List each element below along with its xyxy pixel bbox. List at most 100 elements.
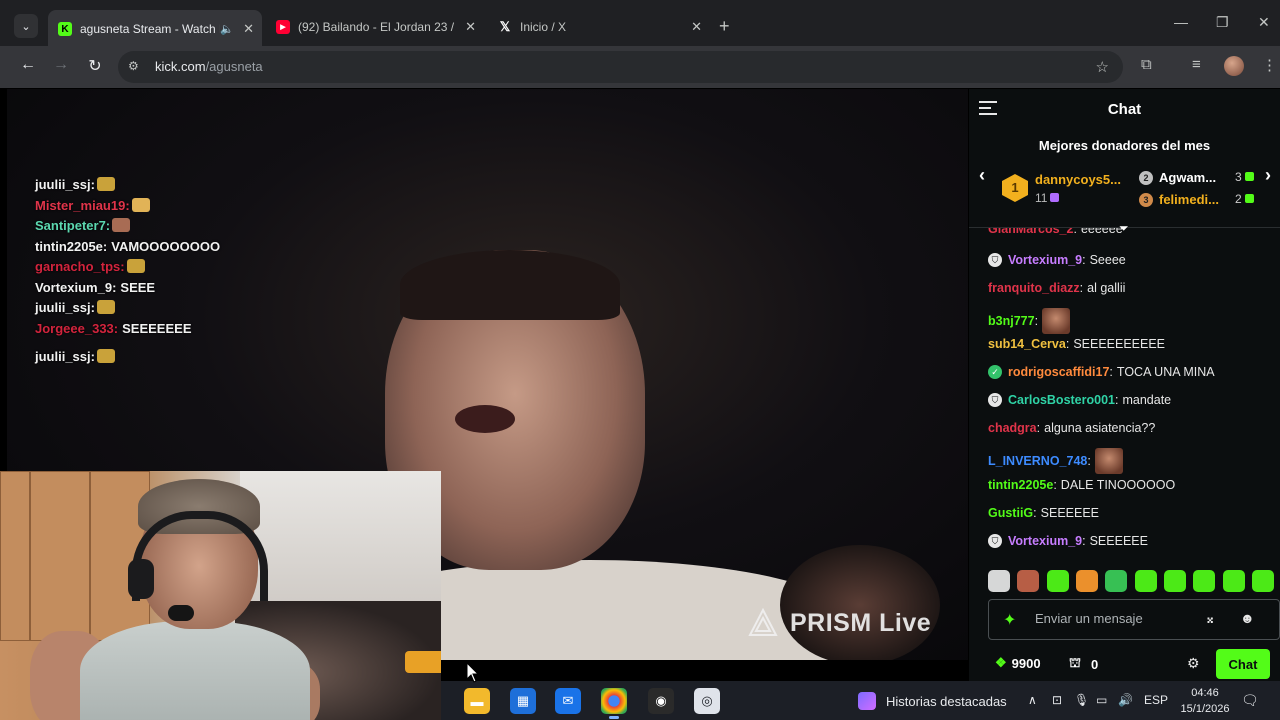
emoji-icon[interactable]: ☻ (1240, 610, 1255, 626)
chat-username[interactable]: L_INVERNO_748 (988, 454, 1087, 468)
quick-emote-icon[interactable] (1163, 570, 1186, 592)
translate-icon[interactable]: 𝄪 (1207, 610, 1213, 627)
chat-message[interactable]: franquito_diazz: al gallii (988, 281, 1125, 295)
new-tab-icon[interactable]: + (719, 16, 730, 37)
app-icon[interactable]: ◎ (694, 688, 720, 714)
more-menu-icon[interactable]: ⋮ (1262, 56, 1277, 74)
emote-icon (1042, 308, 1071, 334)
chat-input-box[interactable]: ✦ 𝄪 ☻ (988, 599, 1280, 640)
quick-emote-icon[interactable] (1222, 570, 1245, 592)
media-control-icon[interactable]: ≡ (1192, 56, 1201, 73)
volume-icon[interactable]: 🔊 (1118, 693, 1133, 707)
minimize-icon[interactable]: — (1174, 14, 1188, 30)
language-indicator[interactable]: ESP (1144, 693, 1168, 707)
donor-row[interactable]: 3 felimedi... 2 (1139, 192, 1269, 207)
chat-message[interactable]: chadgra: alguna asiatencia?? (988, 421, 1155, 435)
quick-emote-icon[interactable] (1251, 570, 1274, 592)
emote-icon (126, 259, 145, 273)
speaker-icon[interactable]: 🔈 (220, 23, 234, 36)
outlook-icon[interactable]: ✉ (555, 688, 581, 714)
news-icon (858, 692, 876, 710)
system-clock[interactable]: 04:46 15/1/2026 (1179, 685, 1231, 717)
chat-username[interactable]: Vortexium_9 (1008, 534, 1082, 548)
gift-icon (1244, 194, 1254, 203)
quick-emote-icon[interactable] (1134, 570, 1157, 592)
close-tab-icon[interactable]: ✕ (691, 19, 702, 35)
chat-settings-icon[interactable]: ⚙ (1187, 655, 1200, 672)
extensions-icon[interactable]: ⧉ (1141, 56, 1152, 73)
quick-emote-icon[interactable] (1193, 570, 1216, 592)
news-widget[interactable]: Historias destacadas (858, 692, 1007, 710)
bookmark-star-icon[interactable]: ☆ (1096, 58, 1109, 76)
chat-message[interactable]: tintin2205e: DALE TINOOOOOO (988, 478, 1175, 492)
overlay-chat-user: Mister_miau19: (35, 197, 130, 213)
close-window-icon[interactable]: ✕ (1258, 14, 1270, 31)
donor-name: Agwam... (1159, 170, 1217, 185)
chat-username[interactable]: Vortexium_9 (1008, 253, 1082, 267)
colon-separator: : (1073, 228, 1077, 236)
back-icon[interactable]: ← (17, 56, 39, 74)
quick-emote-icon[interactable] (1046, 570, 1069, 592)
close-tab-icon[interactable]: ✕ (465, 19, 476, 35)
file-explorer-icon[interactable]: ▬ (464, 688, 490, 714)
chat-username[interactable]: chadgra (988, 421, 1037, 435)
close-tab-icon[interactable]: ✕ (243, 21, 254, 37)
chat-username[interactable]: b3nj777 (988, 314, 1035, 328)
quick-emote-icon[interactable] (988, 570, 1010, 592)
url-text[interactable]: kick.com/agusneta (155, 59, 263, 74)
chevron-left-icon[interactable]: ‹ (979, 165, 985, 186)
sparkle-icon[interactable]: ✦ (1003, 610, 1021, 629)
chat-message[interactable]: ✓ rodrigoscaffidi17: TOCA UNA MINA (988, 365, 1215, 379)
chat-username[interactable]: tintin2205e (988, 478, 1053, 492)
colon-separator: : (1053, 478, 1057, 492)
chat-username[interactable]: sub14_Cerva (988, 337, 1066, 351)
mic-icon[interactable]: 🎙 (1074, 693, 1089, 707)
chat-message[interactable]: b3nj777: (988, 308, 1071, 334)
donor-row[interactable]: 2 Agwam... 3 (1139, 170, 1269, 185)
rank-1-badge-icon: 1 (1002, 174, 1028, 202)
chat-message[interactable]: sub14_Cerva: SEEEEEEEEEE (988, 337, 1165, 351)
chat-username[interactable]: GianMarcos_2 (988, 228, 1073, 236)
send-chat-button[interactable]: Chat (1216, 649, 1270, 679)
store-icon[interactable]: ▦ (510, 688, 536, 714)
chrome-icon[interactable] (601, 688, 627, 719)
chat-message[interactable]: GianMarcos_2: eeeeee (988, 228, 1123, 236)
notification-center-icon[interactable]: 🗨 (1241, 692, 1259, 709)
quick-emote-icon[interactable] (1017, 570, 1040, 592)
kick-favicon-icon: K (58, 22, 72, 36)
quick-emote-icon[interactable] (1105, 570, 1128, 592)
restore-icon[interactable]: ❐ (1216, 14, 1229, 31)
channel-points[interactable]: ❖ 9900 (995, 655, 1041, 671)
overlay-chat-text: VAMOOOOOOOO (111, 238, 221, 254)
tray-chevron-up-icon[interactable]: ∧ (1028, 693, 1037, 707)
profile-avatar[interactable] (1224, 56, 1244, 76)
tab-agusneta[interactable]: K agusneta Stream - Watch L 🔈 ✕ (48, 10, 262, 48)
chat-message[interactable]: ⛉ CarlosBostero001: mandate (988, 393, 1171, 407)
chat-username[interactable]: franquito_diazz (988, 281, 1080, 295)
obs-icon[interactable]: ◉ (648, 688, 674, 714)
forward-icon[interactable]: → (50, 56, 72, 74)
gift-counter[interactable]: ⛫ 0 (1069, 655, 1098, 673)
chat-message[interactable]: L_INVERNO_748: (988, 448, 1123, 474)
chat-username[interactable]: GustiiG (988, 506, 1033, 520)
chat-username[interactable]: CarlosBostero001 (1008, 393, 1115, 407)
tab-x[interactable]: 𝕏 Inicio / X ✕ (488, 12, 710, 42)
overlay-chat-user: Jorgeee_333: (35, 320, 119, 336)
chat-message[interactable]: GustiiG: SEEEEEE (988, 506, 1099, 520)
network-icon[interactable]: ▭ (1096, 693, 1107, 707)
chat-message[interactable]: ⛉ Vortexium_9: Seeee (988, 253, 1126, 267)
chat-message[interactable]: ⛉ Vortexium_9: SEEEEEE (988, 534, 1148, 548)
tab-search-button[interactable]: ⌄ (14, 14, 38, 38)
emote-icon (96, 300, 115, 314)
site-info-icon[interactable]: ⚙ (128, 59, 144, 75)
chat-username[interactable]: rodrigoscaffidi17 (1008, 365, 1109, 379)
chat-message-input[interactable] (1035, 611, 1205, 626)
address-bar[interactable]: ⚙ kick.com/agusneta ☆ (118, 51, 1123, 83)
meet-now-icon[interactable]: ⊡ (1052, 693, 1062, 707)
reload-icon[interactable]: ↻ (84, 56, 106, 76)
overlay-chat-line: Santipeter7: (35, 216, 220, 237)
chat-messages[interactable]: GianMarcos_2: eeeeee ⛉ Vortexium_9: Seeeefra… (969, 228, 1280, 566)
tab-youtube[interactable]: ▶ (92) Bailando - El Jordan 23 / S ✕ (266, 12, 484, 42)
quick-emote-icon[interactable] (1075, 570, 1098, 592)
overlay-chat-text: SEEEEEEE (122, 320, 192, 336)
